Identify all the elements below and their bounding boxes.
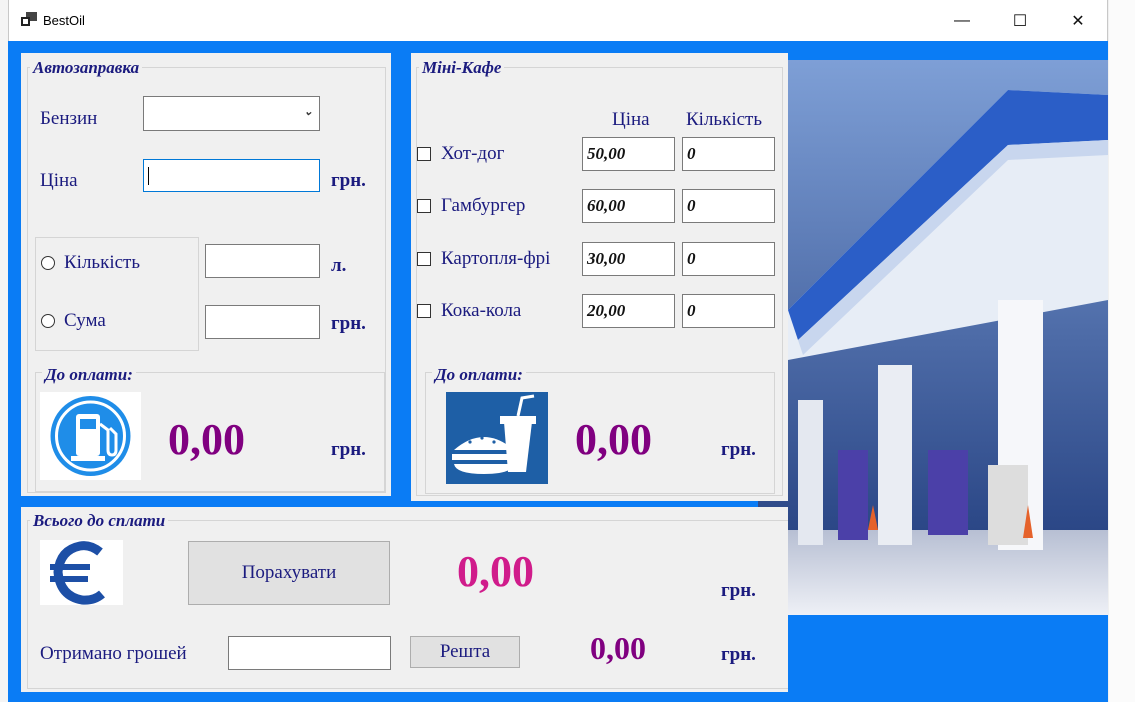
cafe-price-header: Ціна	[612, 109, 650, 130]
sum-radio[interactable]	[41, 314, 55, 328]
minimize-button[interactable]: —	[939, 0, 985, 41]
hamburger-quantity[interactable]: 0	[682, 189, 775, 223]
quantity-input[interactable]	[205, 244, 320, 278]
text-cursor	[148, 167, 149, 185]
hamburger-price-value: 60,00	[587, 196, 626, 215]
maximize-icon: ☐	[1012, 12, 1028, 30]
hotdog-checkbox[interactable]	[417, 147, 431, 161]
hotdog-label[interactable]: Хот-дог	[441, 143, 504, 165]
cola-quantity-value: 0	[687, 301, 696, 320]
petrol-select[interactable]: ⌄	[143, 96, 320, 131]
hamburger-checkbox[interactable]	[417, 199, 431, 213]
received-input[interactable]	[228, 636, 391, 670]
fries-quantity-value: 0	[687, 249, 696, 268]
fuel-pay-value: 0,00	[168, 415, 245, 464]
maximize-button[interactable]: ☐	[997, 0, 1043, 41]
price-input[interactable]	[143, 159, 320, 192]
cola-checkbox[interactable]	[417, 304, 431, 318]
cafe-quantity-header: Кількість	[686, 109, 763, 130]
fuel-pump-icon	[40, 392, 141, 480]
quantity-unit: л.	[331, 255, 347, 276]
total-value: 0,00	[457, 547, 534, 596]
sum-unit: грн.	[331, 313, 366, 334]
fries-price: 30,00	[582, 242, 675, 276]
sum-label[interactable]: Сума	[64, 310, 106, 332]
change-unit: грн.	[721, 644, 756, 665]
cola-price: 20,00	[582, 294, 675, 328]
app-icon	[21, 12, 37, 26]
petrol-label: Бензин	[40, 108, 98, 129]
price-label: Ціна	[40, 170, 78, 191]
fuel-pay-unit: грн.	[331, 439, 366, 460]
hotdog-price: 50,00	[582, 137, 675, 171]
window-title: BestOil	[43, 13, 85, 28]
received-label: Отримано грошей	[40, 643, 187, 664]
desktop-background-right	[1109, 0, 1135, 702]
quantity-label[interactable]: Кількість	[64, 252, 140, 274]
cola-label[interactable]: Кока-кола	[441, 300, 521, 322]
hamburger-quantity-value: 0	[687, 196, 696, 215]
title-bar[interactable]: BestOil — ☐ ✕	[8, 0, 1108, 41]
cola-quantity[interactable]: 0	[682, 294, 775, 328]
total-unit: грн.	[721, 580, 756, 601]
fries-quantity[interactable]: 0	[682, 242, 775, 276]
close-icon: ✕	[1071, 12, 1085, 30]
fries-checkbox[interactable]	[417, 252, 431, 266]
cafe-pay-legend: До оплати:	[432, 365, 526, 385]
cola-price-value: 20,00	[587, 301, 626, 320]
gas-station-photo	[758, 60, 1108, 615]
change-button[interactable]: Решта	[410, 636, 520, 668]
cafe-pay-value: 0,00	[575, 415, 652, 464]
hotdog-price-value: 50,00	[587, 144, 626, 163]
hotdog-quantity-value: 0	[687, 144, 696, 163]
sum-input[interactable]	[205, 305, 320, 339]
hotdog-quantity[interactable]: 0	[682, 137, 775, 171]
euro-icon	[40, 540, 123, 605]
total-legend: Всього до сплати	[30, 511, 169, 531]
price-unit: грн.	[331, 170, 366, 191]
quantity-radio[interactable]	[41, 256, 55, 270]
fuel-legend: Автозаправка	[30, 58, 143, 78]
desktop-background-left	[0, 0, 8, 702]
fast-food-icon	[446, 392, 548, 484]
close-button[interactable]: ✕	[1055, 0, 1101, 41]
fuel-pay-legend: До оплати:	[42, 365, 136, 385]
cafe-pay-unit: грн.	[721, 439, 756, 460]
chevron-down-icon: ⌄	[303, 106, 313, 118]
calculate-button[interactable]: Порахувати	[188, 541, 390, 605]
fries-price-value: 30,00	[587, 249, 626, 268]
hamburger-label[interactable]: Гамбургер	[441, 195, 525, 217]
hamburger-price: 60,00	[582, 189, 675, 223]
cafe-legend: Міні-Кафе	[419, 58, 505, 78]
change-value: 0,00	[590, 630, 646, 666]
fries-label[interactable]: Картопля-фрі	[441, 248, 550, 270]
minimize-icon: —	[954, 11, 970, 29]
